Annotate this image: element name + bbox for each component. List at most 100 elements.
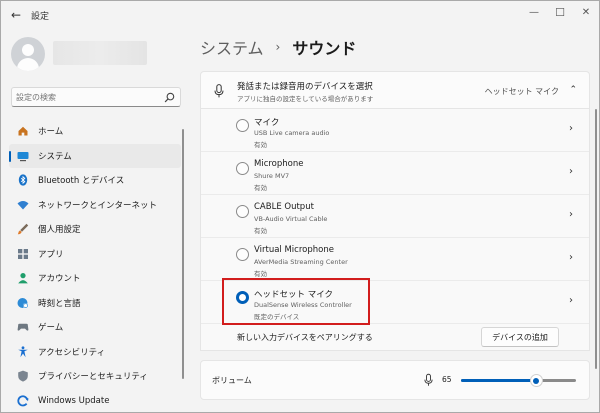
back-arrow-icon[interactable]: ← — [7, 8, 25, 22]
device-status: 有効 — [254, 141, 267, 149]
username-redacted — [53, 41, 147, 65]
title-bar: ← 設定 — ☐ ✕ — [1, 1, 599, 29]
list-item[interactable]: CABLE Output VB-Audio Virtual Cable 有効 › — [201, 195, 589, 238]
volume-label: ボリューム — [212, 376, 252, 385]
sidebar-item-system[interactable]: システム — [9, 143, 181, 168]
device-description: USB Live camera audio — [254, 129, 330, 137]
sidebar-item-label: ネットワークとインターネット — [38, 200, 158, 211]
minimize-button[interactable]: — — [523, 4, 545, 22]
sidebar-item-label: 時刻と言語 — [38, 298, 81, 309]
breadcrumb: システム › サウンド — [200, 35, 356, 59]
chevron-up-icon[interactable]: ⌃ — [569, 85, 577, 95]
sidebar-item-privacy-security[interactable]: プライバシーとセキュリティ — [9, 364, 181, 389]
sidebar-item-label: システム — [38, 151, 72, 162]
update-icon — [17, 395, 29, 407]
account-icon — [17, 272, 29, 284]
input-device-list: マイク USB Live camera audio 有効 › Microphon… — [200, 109, 590, 351]
chevron-right-icon[interactable]: › — [569, 209, 573, 220]
input-section-subtitle: アプリに独自の設定をしている場合があります — [237, 95, 374, 103]
avatar[interactable] — [11, 37, 45, 71]
system-display-icon — [17, 150, 29, 162]
sidebar-item-label: アプリ — [38, 249, 64, 260]
device-name: Virtual Microphone — [254, 245, 334, 255]
volume-slider-thumb[interactable] — [529, 374, 543, 387]
sidebar-item-network[interactable]: ネットワークとインターネット — [9, 193, 181, 218]
list-item[interactable]: Virtual Microphone AVerMedia Streaming C… — [201, 238, 589, 281]
input-section-title: 発話または録音用のデバイスを選択 — [237, 82, 373, 92]
search-icon[interactable] — [164, 92, 175, 103]
add-device-button[interactable]: デバイスの追加 — [481, 327, 559, 347]
brush-icon — [17, 223, 29, 235]
device-radio[interactable] — [236, 119, 249, 132]
chevron-right-icon[interactable]: › — [569, 252, 573, 263]
device-name: CABLE Output — [254, 202, 314, 212]
device-radio-selected[interactable] — [236, 291, 249, 304]
device-name: マイク — [254, 118, 280, 128]
microphone-icon — [214, 84, 224, 98]
main-scrollbar[interactable] — [595, 109, 597, 369]
breadcrumb-parent[interactable]: システム — [200, 35, 264, 59]
search-input[interactable] — [16, 90, 156, 105]
app-title: 設定 — [31, 12, 50, 22]
device-name: ヘッドセット マイク — [254, 290, 334, 300]
sidebar-item-personalization[interactable]: 個人用設定 — [9, 217, 181, 242]
list-item[interactable]: Microphone Shure MV7 有効 › — [201, 152, 589, 195]
accessibility-icon — [17, 346, 29, 358]
wifi-icon — [17, 199, 29, 211]
gamepad-icon — [17, 321, 29, 333]
device-radio[interactable] — [236, 205, 249, 218]
sidebar-item-label: プライバシーとセキュリティ — [38, 372, 148, 383]
list-item-selected[interactable]: ヘッドセット マイク DualSense Wireless Controller… — [201, 281, 589, 324]
sidebar-item-accounts[interactable]: アカウント — [9, 266, 181, 291]
home-icon — [17, 125, 29, 137]
sidebar-item-time-language[interactable]: 時刻と言語 — [9, 291, 181, 316]
sidebar-item-bluetooth[interactable]: Bluetooth とデバイス — [9, 168, 181, 193]
sidebar-item-label: ゲーム — [38, 323, 64, 334]
close-button[interactable]: ✕ — [575, 4, 597, 22]
device-radio[interactable] — [236, 162, 249, 175]
chevron-right-icon[interactable]: › — [569, 123, 573, 134]
sidebar-item-label: アクセシビリティ — [38, 347, 106, 358]
sidebar-item-home[interactable]: ホーム — [9, 119, 181, 144]
device-radio[interactable] — [236, 248, 249, 261]
sidebar-item-label: アカウント — [38, 274, 81, 285]
sidebar-item-gaming[interactable]: ゲーム — [9, 315, 181, 340]
selected-input-device: ヘッドセット マイク — [484, 87, 559, 96]
device-description: AVerMedia Streaming Center — [254, 258, 348, 266]
device-status: 既定のデバイス — [254, 313, 300, 321]
bluetooth-icon — [17, 174, 29, 186]
maximize-button[interactable]: ☐ — [549, 4, 571, 22]
globe-clock-icon — [17, 297, 29, 309]
device-name: Microphone — [254, 159, 304, 169]
input-device-section-header[interactable]: 発話または録音用のデバイスを選択 アプリに独自の設定をしている場合があります ヘ… — [200, 71, 590, 109]
sidebar-item-windows-update[interactable]: Windows Update — [9, 389, 181, 413]
shield-icon — [17, 370, 29, 382]
volume-slider[interactable] — [461, 374, 576, 387]
page-title: サウンド — [292, 39, 357, 58]
sidebar-item-label: Windows Update — [38, 395, 110, 406]
sidebar-item-label: ホーム — [38, 127, 64, 138]
microphone-icon[interactable] — [424, 373, 433, 387]
device-status: 有効 — [254, 227, 267, 235]
volume-slider-fill — [461, 379, 536, 382]
breadcrumb-separator-icon: › — [275, 40, 281, 54]
pair-new-device-row: 新しい入力デバイスをペアリングする デバイスの追加 — [201, 324, 589, 350]
apps-icon — [17, 248, 29, 260]
volume-value: 65 — [442, 375, 452, 384]
volume-row: ボリューム 65 — [200, 360, 590, 400]
settings-window: ← 設定 — ☐ ✕ ホーム システム — [0, 0, 600, 413]
device-status: 有効 — [254, 270, 267, 278]
chevron-right-icon[interactable]: › — [569, 295, 573, 306]
pair-device-label: 新しい入力デバイスをペアリングする — [237, 333, 373, 342]
sidebar-scrollbar[interactable] — [182, 129, 184, 379]
sidebar-item-label: 個人用設定 — [38, 225, 81, 236]
list-item[interactable]: マイク USB Live camera audio 有効 › — [201, 109, 589, 152]
sidebar-item-accessibility[interactable]: アクセシビリティ — [9, 340, 181, 365]
sidebar-item-label: Bluetooth とデバイス — [38, 176, 125, 187]
device-status: 有効 — [254, 184, 267, 192]
chevron-right-icon[interactable]: › — [569, 166, 573, 177]
device-description: VB-Audio Virtual Cable — [254, 215, 328, 223]
sidebar-item-apps[interactable]: アプリ — [9, 242, 181, 267]
search-box[interactable] — [11, 87, 181, 107]
device-description: DualSense Wireless Controller — [254, 301, 352, 309]
